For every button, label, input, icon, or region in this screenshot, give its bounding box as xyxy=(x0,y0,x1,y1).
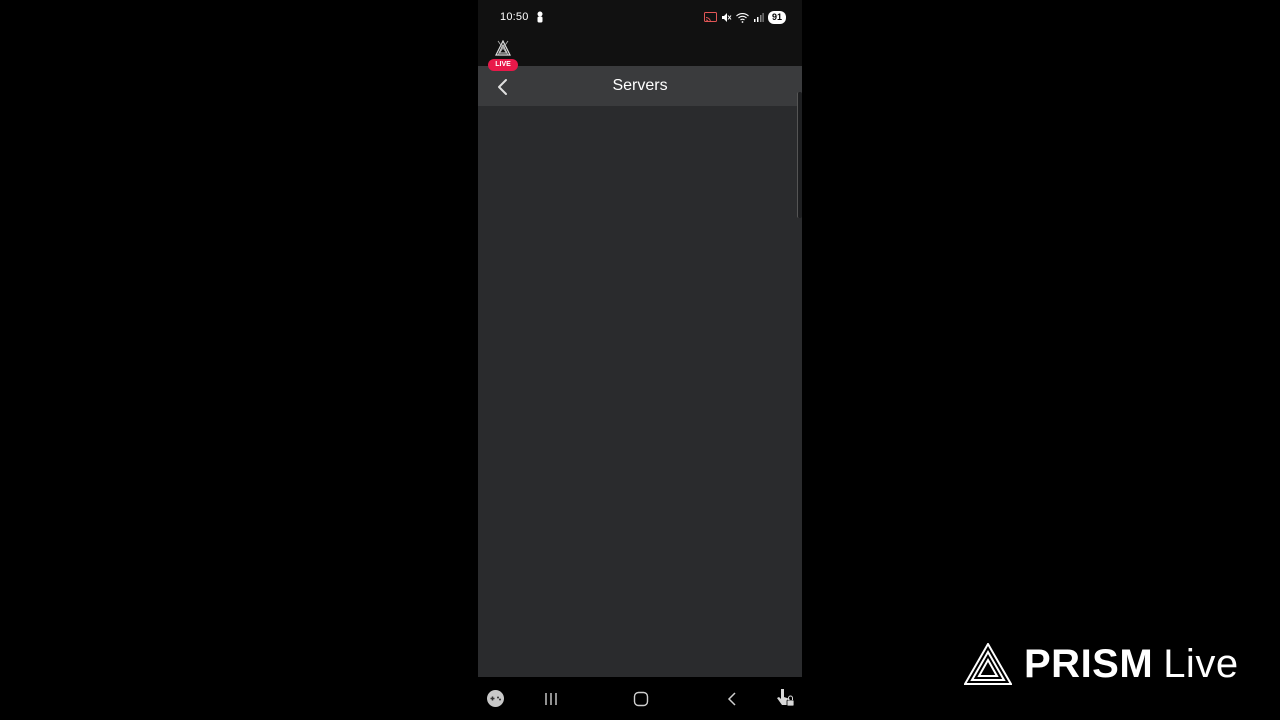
overlay-strip xyxy=(478,36,802,66)
prism-triangle-icon[interactable] xyxy=(495,40,511,56)
app-header: Servers xyxy=(478,66,802,106)
touch-lock-icon[interactable] xyxy=(775,687,795,709)
status-bar: 10:50 91 xyxy=(478,0,802,36)
prism-triangle-icon xyxy=(964,643,1012,685)
scrollbar[interactable] xyxy=(797,92,802,218)
phone-screen: 10:50 91 LIVE Servers xyxy=(478,0,802,720)
status-icons: 91 xyxy=(703,10,786,24)
page-title: Servers xyxy=(612,77,668,94)
cast-icon xyxy=(703,11,717,22)
watermark-suffix: Live xyxy=(1163,641,1239,686)
back-icon[interactable] xyxy=(725,691,739,707)
battery-icon: 91 xyxy=(767,10,786,24)
game-launcher-icon[interactable] xyxy=(486,689,505,708)
person-icon xyxy=(537,11,543,23)
watermark-brand: PRISM xyxy=(1024,641,1154,686)
mute-icon xyxy=(721,12,732,22)
prism-live-watermark: PRISM Live xyxy=(964,642,1239,686)
home-icon[interactable] xyxy=(633,691,649,707)
watermark-text: PRISM Live xyxy=(1024,642,1239,687)
recent-apps-icon[interactable] xyxy=(542,691,560,707)
wifi-icon xyxy=(736,12,749,23)
status-time: 10:50 xyxy=(500,11,529,23)
servers-list xyxy=(478,106,802,677)
live-badge[interactable]: LIVE xyxy=(488,59,518,71)
signal-icon xyxy=(753,12,764,22)
navigation-bar xyxy=(478,677,802,720)
